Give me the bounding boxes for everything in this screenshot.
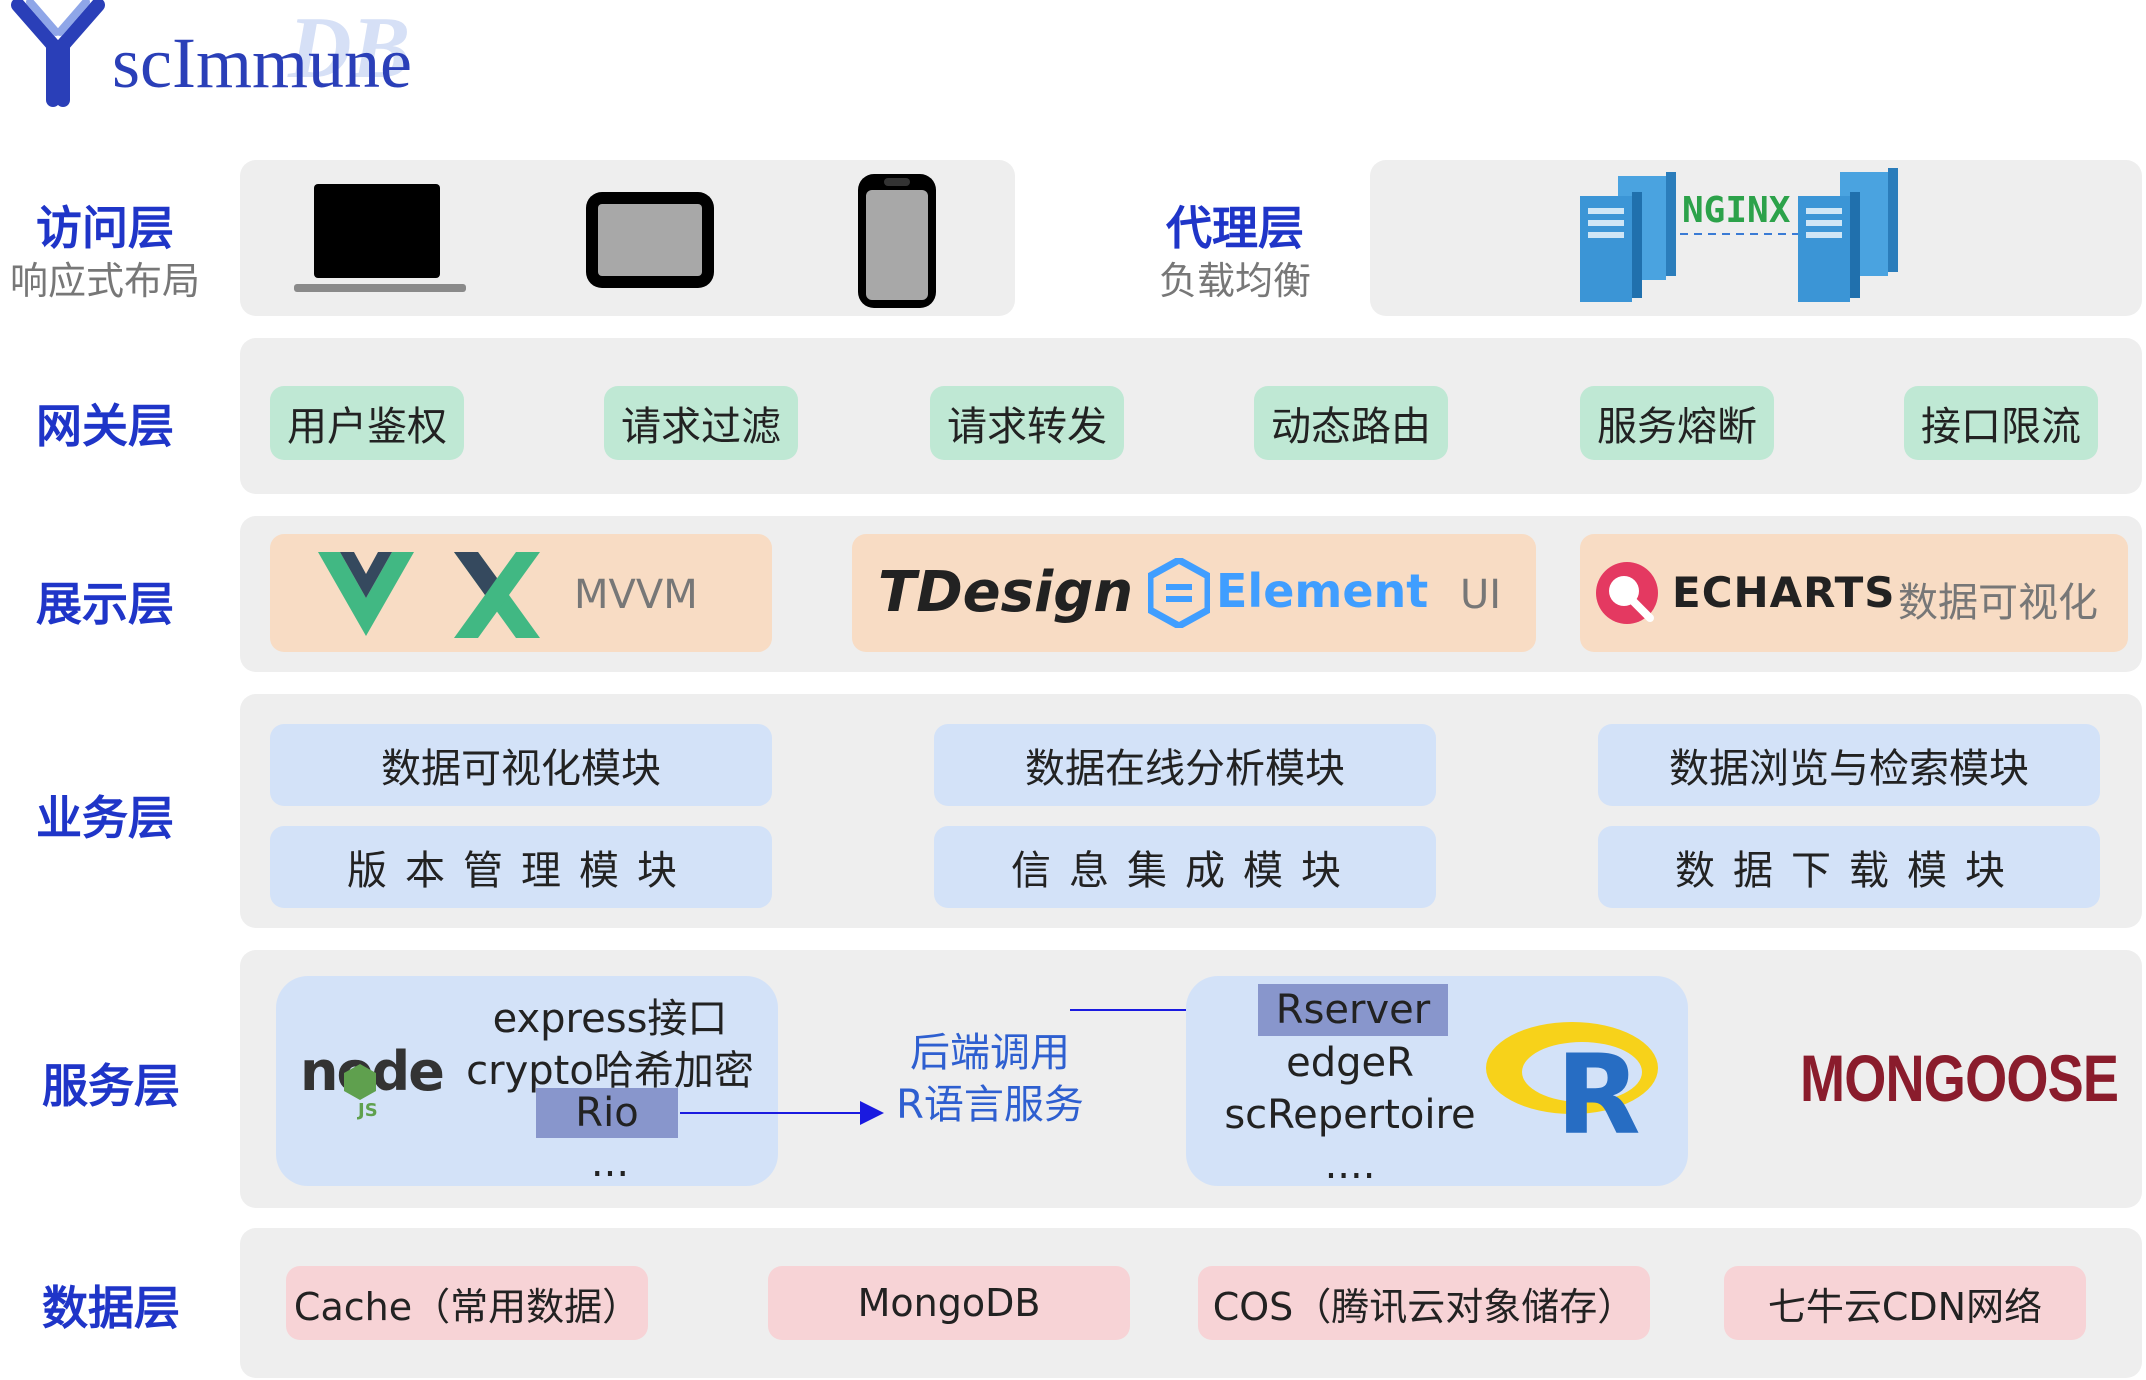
access-layer-title: 访问层 [36, 201, 174, 255]
ui-label: UI [1460, 572, 1502, 618]
logo: DB scImmune [8, 0, 448, 110]
node-logo: node JS [300, 1040, 450, 1130]
mvvm-label: MVVM [574, 572, 698, 618]
gateway-item: 请求转发 [930, 386, 1124, 460]
element-logo-icon [1148, 558, 1210, 628]
business-module: 版本管理模块 [270, 826, 772, 908]
gateway-item: 动态路由 [1254, 386, 1448, 460]
access-layer-subtitle: 响应式布局 [9, 259, 200, 303]
echarts-logo-text: ECHARTS [1672, 568, 1896, 617]
mongoose-logo: MONGOOSE [1800, 1041, 2119, 1115]
rio-item: Rio [536, 1088, 678, 1138]
node-item: ... [590, 1140, 630, 1186]
proxy-layer-title: 代理层 [1166, 201, 1304, 255]
echarts-logo-icon [1596, 562, 1658, 624]
antibody-icon [11, 0, 105, 107]
gateway-item: 用户鉴权 [270, 386, 464, 460]
vite-x-logo-icon [454, 552, 540, 638]
element-logo-text: Element [1216, 564, 1429, 618]
tablet-icon [586, 192, 714, 288]
r-logo-letter: R [1556, 1031, 1641, 1159]
logo-text: scImmune [112, 23, 412, 103]
mvvm-chip: MVVM [270, 534, 772, 652]
business-module: 数据下载模块 [1598, 826, 2100, 908]
vue-logo-icon [318, 552, 414, 636]
backend-call-label: 后端调用 [910, 1030, 1070, 1076]
ui-chip: TDesign Element UI [852, 534, 1536, 652]
node-hexagon-icon [344, 1064, 376, 1100]
business-layer-title: 业务层 [36, 791, 174, 845]
gateway-layer-title: 网关层 [36, 399, 174, 453]
gateway-item: 服务熔断 [1580, 386, 1774, 460]
data-store-item: COS（腾讯云对象储存） [1198, 1266, 1650, 1340]
business-module: 数据浏览与检索模块 [1598, 724, 2100, 806]
data-layer-title: 数据层 [42, 1281, 180, 1335]
access-panel [240, 160, 1015, 316]
node-js-badge: JS [358, 1100, 378, 1121]
r-service-label: R语言服务 [896, 1082, 1084, 1128]
phone-icon [858, 174, 936, 308]
business-module: 信息集成模块 [934, 826, 1436, 908]
laptop-icon [294, 184, 466, 292]
display-layer-title: 展示层 [36, 577, 174, 631]
echarts-chip: ECHARTS 数据可视化 [1580, 534, 2128, 652]
business-module: 数据可视化模块 [270, 724, 772, 806]
rserver-item: Rserver [1258, 984, 1448, 1036]
node-item: express接口 [492, 996, 728, 1042]
data-viz-label: 数据可视化 [1898, 580, 2098, 626]
service-layer-title: 服务层 [42, 1059, 180, 1113]
server-cluster-icon [1580, 168, 1898, 302]
r-item: scRepertoire [1224, 1092, 1476, 1138]
data-store-item: Cache（常用数据） [286, 1266, 648, 1340]
gateway-item: 接口限流 [1904, 386, 2098, 460]
business-module: 数据在线分析模块 [934, 724, 1436, 806]
data-store-item: 七牛云CDN网络 [1724, 1266, 2086, 1340]
nginx-logo: NGINX [1682, 190, 1791, 231]
gateway-item: 请求过滤 [604, 386, 798, 460]
gateway-panel [240, 338, 2142, 494]
tdesign-logo: TDesign [878, 560, 1134, 625]
r-item: edgeR [1286, 1040, 1414, 1086]
proxy-panel: NGINX [1370, 160, 2142, 316]
proxy-layer-subtitle: 负载均衡 [1158, 259, 1311, 303]
r-item: .... [1324, 1142, 1376, 1188]
data-store-item: MongoDB [768, 1266, 1130, 1340]
